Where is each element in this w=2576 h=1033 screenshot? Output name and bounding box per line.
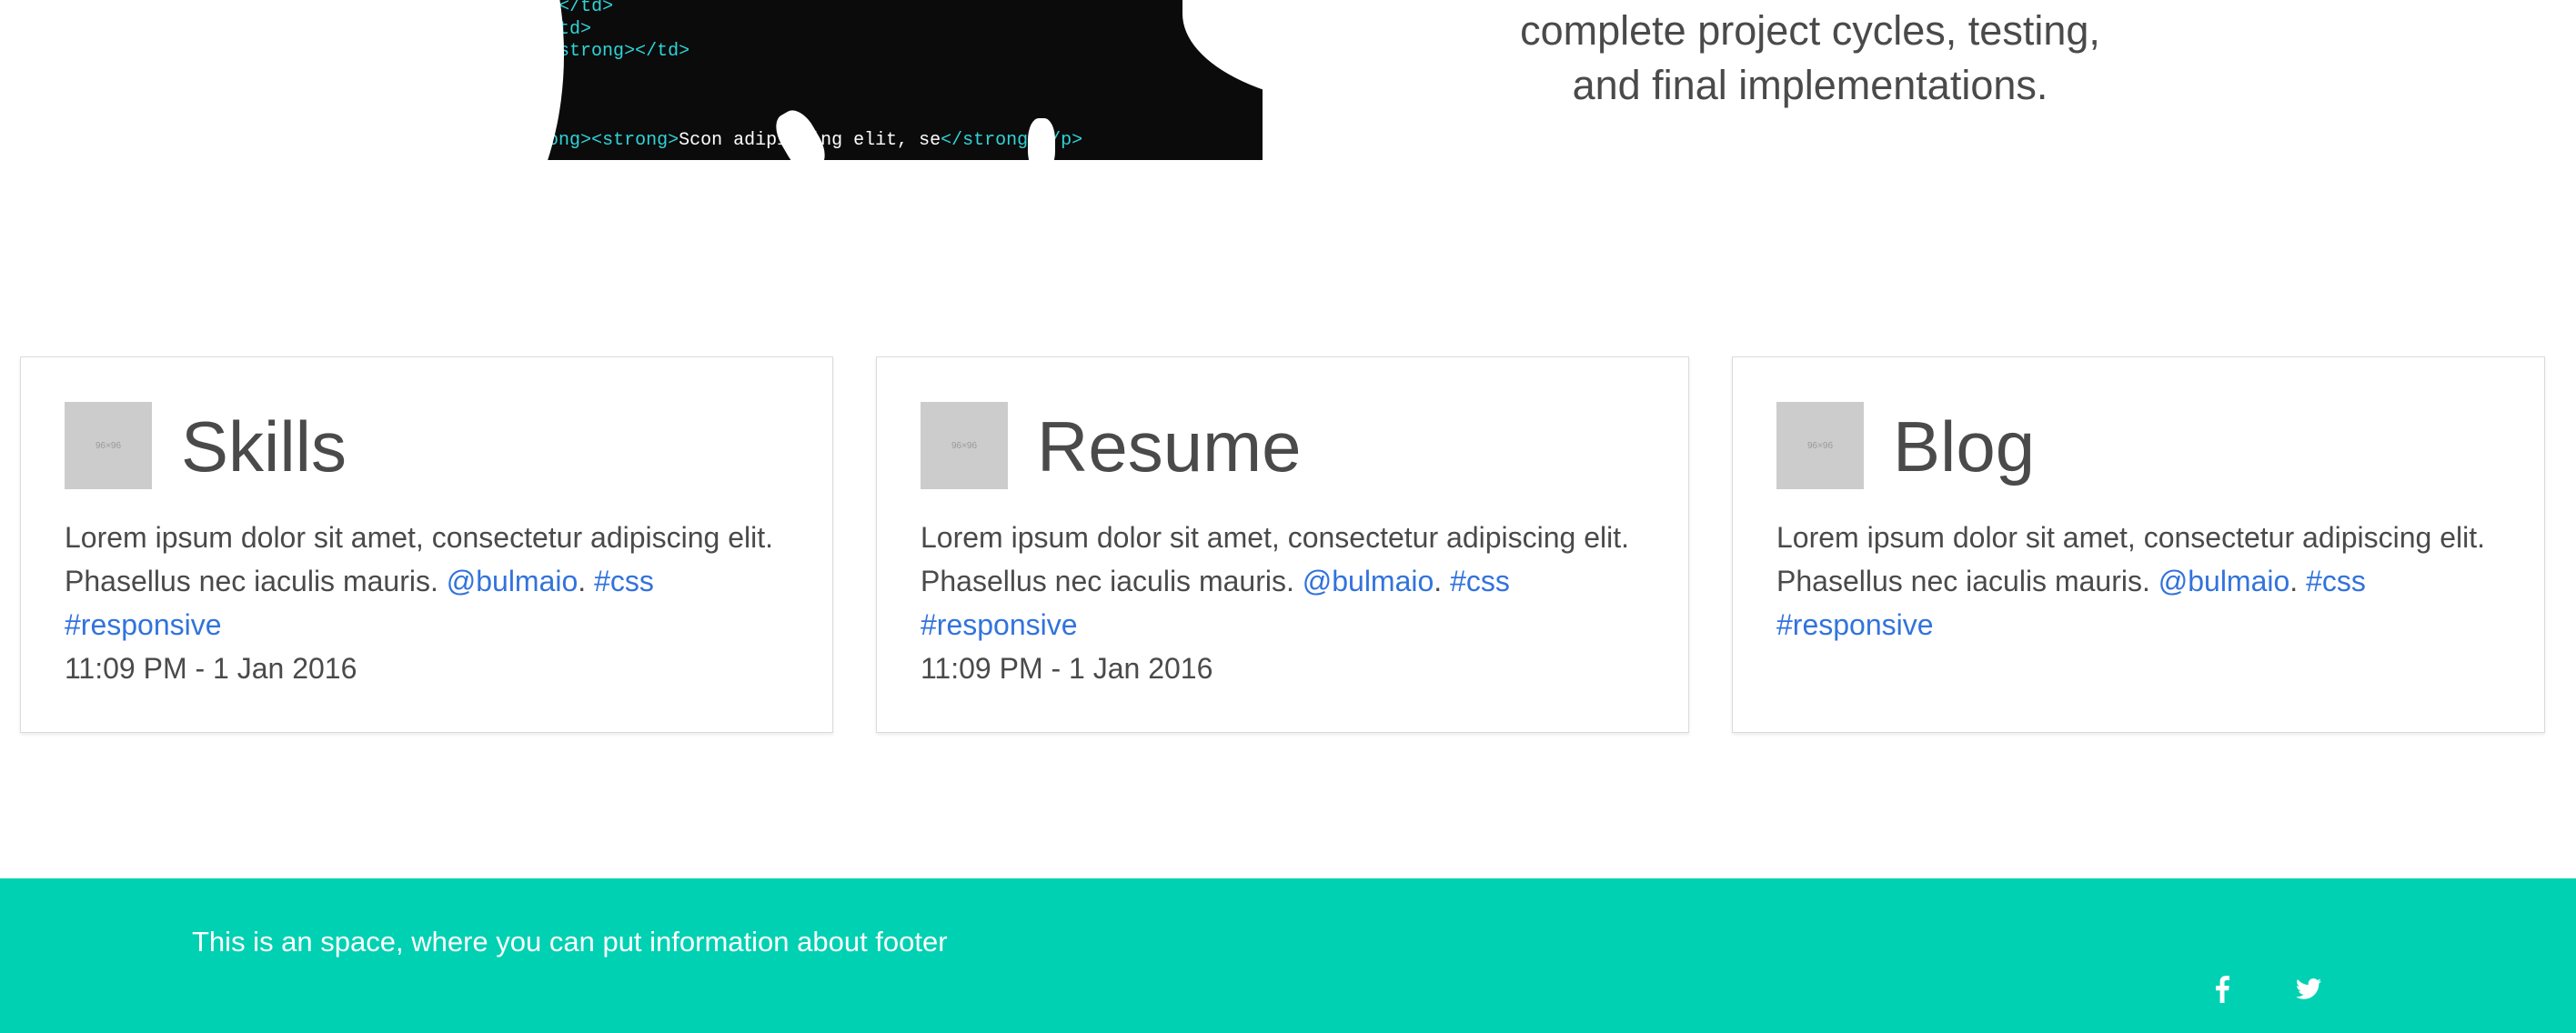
hashtag-css-link[interactable]: #css [594, 565, 654, 597]
card-title: Resume [1037, 406, 1302, 486]
card-thumbnail: 96×96 [921, 402, 1008, 489]
mention-link[interactable]: @bulmaio [447, 565, 579, 597]
mention-link[interactable]: @bulmaio [1303, 565, 1434, 597]
card-text: Lorem ipsum dolor sit amet, consectetur … [65, 521, 774, 597]
hashtag-responsive-link[interactable]: #responsive [65, 608, 222, 641]
card-content: Lorem ipsum dolor sit amet, consectetur … [1776, 521, 2486, 641]
code-screenshot-image: 22 <td>commodo consequat</td> <td>adipis… [273, 0, 1263, 160]
card-title: Blog [1893, 406, 2036, 486]
image-foreground-shape [273, 0, 564, 160]
hero-description: complete project cycles, testing, and fi… [1419, 4, 2201, 113]
card-content: Lorem ipsum dolor sit amet, consectetur … [65, 516, 810, 690]
card-timestamp: 11:09 PM - 1 Jan 2016 [65, 652, 357, 685]
hashtag-css-link[interactable]: #css [2306, 565, 2366, 597]
mention-link[interactable]: @bulmaio [2158, 565, 2290, 597]
hero-line-2: and final implementations. [1572, 62, 2048, 108]
card-skills: 96×96 Skills Lorem ipsum dolor sit amet,… [20, 356, 833, 733]
hashtag-responsive-link[interactable]: #responsive [1776, 608, 1934, 641]
card-thumbnail: 96×96 [1776, 402, 1864, 489]
card-timestamp: 11:09 PM - 1 Jan 2016 [921, 652, 1213, 685]
image-foreground-shape [1182, 0, 1263, 109]
image-foreground-shape [1028, 118, 1055, 160]
card-resume: 96×96 Resume Lorem ipsum dolor sit amet,… [876, 356, 1689, 733]
footer: This is an space, where you can put info… [0, 878, 2576, 1033]
card-content: Lorem ipsum dolor sit amet, consectetur … [921, 516, 1666, 690]
card-title: Skills [181, 406, 347, 486]
hero-line-1: complete project cycles, testing, [1520, 7, 2100, 54]
card-text: Lorem ipsum dolor sit amet, consectetur … [1776, 521, 2486, 597]
card-text: Lorem ipsum dolor sit amet, consectetur … [921, 521, 1630, 597]
facebook-icon[interactable] [2204, 971, 2240, 1008]
footer-text: This is an space, where you can put info… [192, 926, 948, 958]
twitter-icon[interactable] [2290, 971, 2327, 1008]
hashtag-responsive-link[interactable]: #responsive [921, 608, 1078, 641]
card-thumbnail: 96×96 [65, 402, 152, 489]
card-blog: 96×96 Blog Lorem ipsum dolor sit amet, c… [1732, 356, 2545, 733]
hashtag-css-link[interactable]: #css [1450, 565, 1510, 597]
